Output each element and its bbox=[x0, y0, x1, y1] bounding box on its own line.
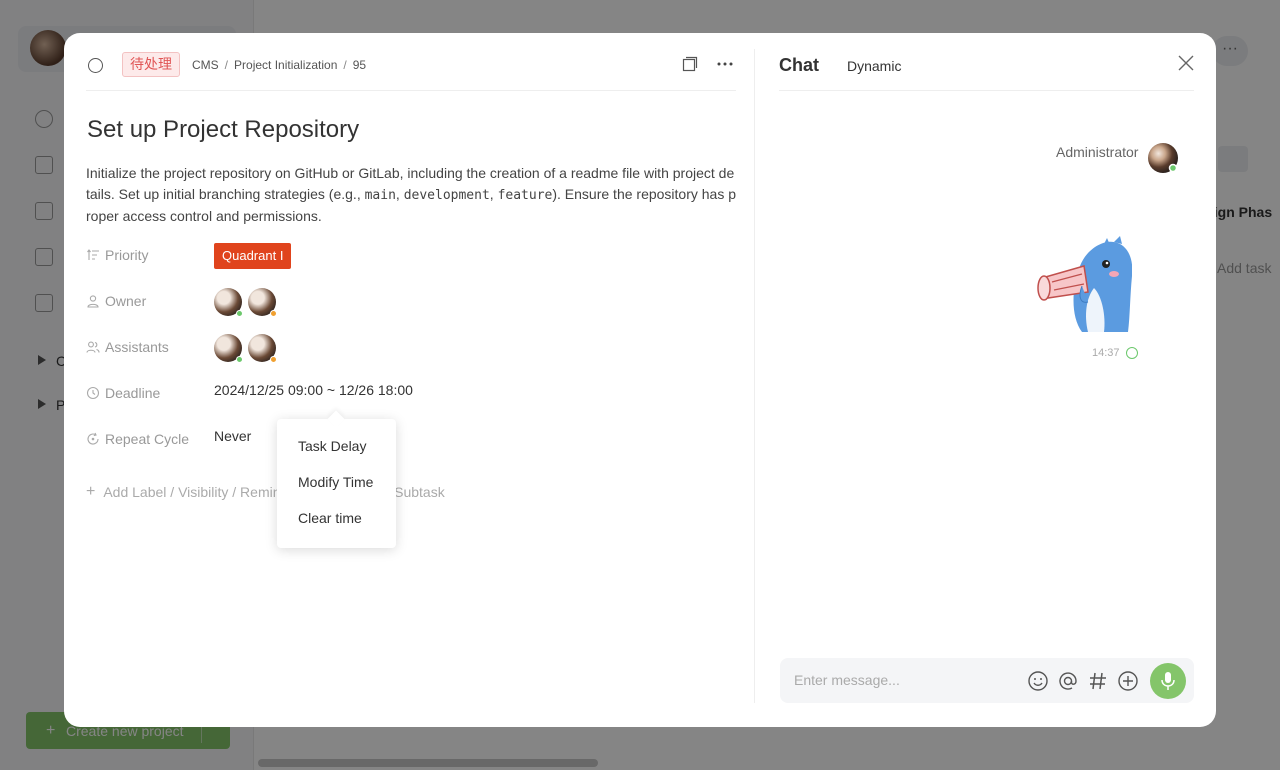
sticker-image[interactable] bbox=[1022, 236, 1132, 332]
repeat-icon bbox=[87, 432, 99, 445]
pane-divider bbox=[754, 49, 755, 703]
away-status-dot bbox=[270, 356, 277, 363]
breadcrumb-separator: / bbox=[224, 58, 229, 72]
task-detail-pane: 待处理 CMS / Project Initialization / 95 Se… bbox=[86, 33, 736, 727]
desc-code: feature bbox=[497, 188, 553, 203]
deadline-row: Deadline 2024/12/25 09:00 ~ 12/26 18:00 bbox=[86, 382, 736, 406]
message-input[interactable]: Enter message... bbox=[794, 672, 900, 688]
users-icon bbox=[86, 341, 100, 353]
chat-header: Chat Dynamic bbox=[779, 33, 1194, 91]
repeat-label-wrap: Repeat Cycle bbox=[86, 431, 189, 447]
breadcrumb-task-id: 95 bbox=[352, 58, 367, 72]
tab-dynamic[interactable]: Dynamic bbox=[847, 58, 901, 74]
avatar[interactable] bbox=[214, 288, 243, 317]
mention-icon[interactable] bbox=[1057, 670, 1079, 692]
complete-task-checkbox[interactable] bbox=[88, 58, 103, 73]
assistants-row: Assistants bbox=[86, 334, 736, 363]
priority-icon bbox=[87, 249, 99, 260]
task-title[interactable]: Set up Project Repository bbox=[87, 116, 359, 144]
more-options-icon[interactable] bbox=[716, 55, 734, 73]
menu-item-modify-time[interactable]: Modify Time bbox=[277, 464, 396, 500]
repeat-value[interactable]: Never bbox=[214, 428, 251, 444]
close-icon[interactable] bbox=[1177, 54, 1195, 72]
away-status-dot bbox=[270, 310, 277, 317]
message-read-icon bbox=[1125, 347, 1138, 359]
desc-text: , bbox=[395, 186, 404, 202]
owner-label: Owner bbox=[105, 293, 147, 309]
voice-button[interactable] bbox=[1150, 663, 1186, 699]
message-sender: Administrator bbox=[1056, 144, 1139, 160]
priority-label: Priority bbox=[105, 247, 149, 263]
online-status-dot bbox=[236, 356, 243, 363]
priority-badge[interactable]: Quadrant I bbox=[214, 243, 292, 269]
online-status-dot bbox=[236, 310, 243, 317]
assistant-avatars[interactable] bbox=[214, 334, 277, 363]
task-description[interactable]: Initialize the project repository on Git… bbox=[86, 163, 736, 227]
deadline-label: Deadline bbox=[105, 385, 161, 401]
desc-code: development bbox=[403, 188, 490, 203]
sender-avatar[interactable] bbox=[1148, 143, 1178, 173]
hashtag-icon[interactable] bbox=[1087, 670, 1109, 692]
emoji-icon[interactable] bbox=[1027, 670, 1049, 692]
message-meta: 14:37 bbox=[1092, 347, 1138, 359]
message-time: 14:37 bbox=[1092, 347, 1120, 359]
user-icon bbox=[87, 295, 99, 308]
deadline-value[interactable]: 2024/12/25 09:00 ~ 12/26 18:00 bbox=[214, 382, 413, 398]
task-detail-modal: 待处理 CMS / Project Initialization / 95 Se… bbox=[64, 33, 1216, 727]
breadcrumb-column[interactable]: Project Initialization bbox=[234, 58, 337, 72]
repeat-row: Repeat Cycle Never bbox=[86, 428, 736, 452]
task-header: 待处理 CMS / Project Initialization / 95 bbox=[86, 33, 736, 91]
breadcrumb-project[interactable]: CMS bbox=[192, 58, 219, 72]
microphone-icon bbox=[1161, 672, 1175, 690]
status-badge[interactable]: 待处理 bbox=[122, 52, 180, 77]
owner-label-wrap: Owner bbox=[86, 293, 146, 309]
breadcrumb-separator: / bbox=[343, 58, 347, 72]
owner-row: Owner bbox=[86, 288, 736, 317]
assistants-label-wrap: Assistants bbox=[86, 339, 169, 355]
breadcrumb: CMS / Project Initialization / 95 bbox=[192, 58, 366, 72]
assistants-label: Assistants bbox=[105, 339, 169, 355]
chat-pane: Chat Dynamic Administrator 14:37 Enter m… bbox=[779, 33, 1194, 727]
desc-code: main bbox=[364, 188, 396, 203]
plus-icon: + bbox=[86, 483, 96, 500]
add-attachment-icon[interactable] bbox=[1117, 670, 1139, 692]
message-input-bar: Enter message... bbox=[780, 658, 1194, 703]
desc-text: , bbox=[489, 186, 498, 202]
priority-row: Priority Quadrant I bbox=[86, 243, 736, 269]
open-window-icon[interactable] bbox=[682, 56, 698, 72]
priority-label-wrap: Priority bbox=[86, 247, 149, 263]
deadline-popup-menu: Task Delay Modify Time Clear time bbox=[277, 419, 396, 548]
owner-avatars[interactable] bbox=[214, 288, 277, 317]
avatar[interactable] bbox=[248, 334, 277, 363]
menu-item-clear-time[interactable]: Clear time bbox=[277, 500, 396, 536]
menu-item-task-delay[interactable]: Task Delay bbox=[277, 428, 396, 464]
tab-chat[interactable]: Chat bbox=[779, 55, 819, 76]
avatar[interactable] bbox=[214, 334, 243, 363]
repeat-label: Repeat Cycle bbox=[105, 431, 190, 447]
deadline-label-wrap: Deadline bbox=[86, 385, 160, 401]
avatar[interactable] bbox=[248, 288, 277, 317]
clock-icon bbox=[86, 386, 100, 400]
